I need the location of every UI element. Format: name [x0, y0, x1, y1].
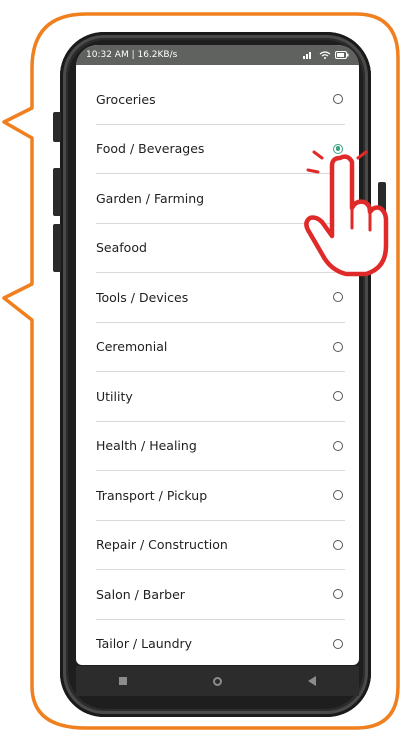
- back-triangle-icon[interactable]: [308, 676, 316, 686]
- android-nav-bar: [76, 666, 359, 696]
- category-label: Groceries: [96, 91, 156, 107]
- category-option[interactable]: Salon / Barber: [96, 570, 345, 620]
- wifi-icon: [319, 51, 331, 59]
- category-label: Salon / Barber: [96, 586, 185, 602]
- radio-unselected-icon[interactable]: [333, 292, 343, 303]
- phone-side-button: [53, 112, 61, 142]
- category-label: Ceremonial: [96, 339, 168, 355]
- pointing-hand-icon: [304, 150, 389, 277]
- signal-icon: [303, 52, 311, 59]
- radio-unselected-icon[interactable]: [333, 391, 343, 402]
- radio-unselected-icon[interactable]: [333, 440, 343, 451]
- status-bar: 10:32 AM | 16.2KB/s: [76, 45, 359, 65]
- recents-square-icon[interactable]: [119, 677, 127, 685]
- category-option[interactable]: Tailor / Laundry: [96, 620, 345, 666]
- status-time-speed: 10:32 AM | 16.2KB/s: [86, 50, 178, 60]
- category-label: Tailor / Laundry: [96, 636, 193, 652]
- category-option[interactable]: Health / Healing: [96, 422, 345, 471]
- radio-unselected-icon[interactable]: [333, 341, 343, 352]
- category-label: Transport / Pickup: [96, 487, 208, 503]
- category-label: Utility: [96, 388, 133, 404]
- radio-unselected-icon[interactable]: [333, 490, 343, 501]
- category-option[interactable]: Utility: [96, 372, 345, 422]
- category-label: Food / Beverages: [96, 141, 205, 157]
- radio-unselected-icon[interactable]: [333, 539, 343, 550]
- category-label: Garden / Farming: [96, 190, 205, 206]
- radio-unselected-icon[interactable]: [333, 94, 343, 105]
- category-label: Seafood: [96, 240, 147, 256]
- category-option[interactable]: Groceries: [96, 75, 345, 125]
- category-label: Health / Healing: [96, 438, 197, 454]
- category-option[interactable]: Tools / Devices: [96, 273, 345, 323]
- status-icons: [303, 45, 349, 65]
- category-option[interactable]: Repair / Construction: [96, 521, 345, 570]
- category-option[interactable]: Transport / Pickup: [96, 471, 345, 521]
- category-label: Repair / Construction: [96, 537, 228, 553]
- home-circle-icon[interactable]: [213, 676, 222, 686]
- radio-unselected-icon[interactable]: [333, 638, 343, 649]
- category-option[interactable]: Ceremonial: [96, 323, 345, 372]
- category-label: Tools / Devices: [96, 289, 189, 305]
- phone-side-button: [53, 168, 61, 216]
- phone-screen: 10:32 AM | 16.2KB/s Groceries Food / Beve…: [76, 45, 359, 665]
- phone-side-button: [53, 224, 61, 272]
- battery-icon: [335, 51, 349, 59]
- radio-unselected-icon[interactable]: [333, 589, 343, 600]
